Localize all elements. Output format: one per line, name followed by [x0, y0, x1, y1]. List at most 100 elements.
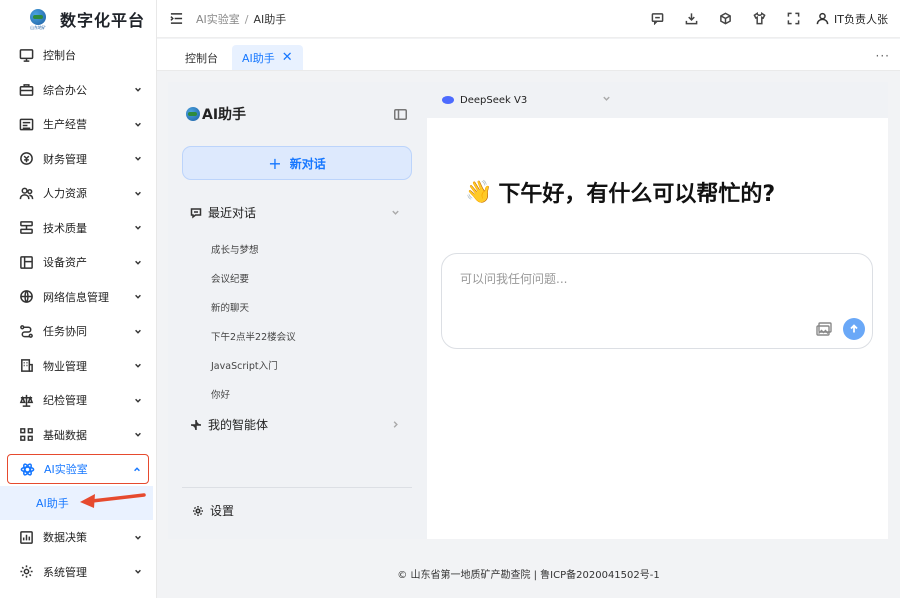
people-icon — [18, 185, 34, 201]
logo-icon: 山东地矿 — [28, 6, 48, 32]
sidebar-toggle-icon[interactable] — [394, 109, 407, 120]
database-icon — [18, 427, 34, 443]
chevron-down-icon — [134, 431, 142, 439]
plus-icon: + — [268, 153, 282, 173]
sidebar: 山东地矿 数字化平台 控制台 综合办公 生产经营 财务管理 人力资源 技术质量 … — [0, 0, 157, 598]
chevron-down-icon — [134, 327, 142, 335]
app-title: 数字化平台 — [60, 11, 146, 30]
chat-history-list: 成长与梦想 会议纪要 新的聊天 下午2点半22楼会议 JavaScript入门 … — [211, 234, 296, 408]
top-bar: AI实验室 / AI助手 IT负责人张 — [157, 0, 900, 38]
user-menu[interactable]: IT负责人张 — [816, 11, 888, 27]
sidebar-item-ai-lab[interactable]: AI实验室 — [7, 454, 149, 484]
chevron-down-icon — [134, 568, 142, 576]
breadcrumb: AI实验室 / AI助手 — [196, 12, 287, 26]
chat-input-box — [441, 253, 873, 349]
deepseek-whale-icon — [442, 96, 454, 104]
gear-icon — [193, 505, 203, 516]
shirt-icon[interactable] — [742, 9, 776, 29]
flow-icon — [18, 323, 34, 339]
assistant-sidebar: AI助手 + 新对话 最近对话 成长与梦想 会议纪要 新的聊天 下午2点半22楼… — [168, 82, 427, 539]
factory-icon — [18, 116, 34, 132]
app-logo[interactable]: 山东地矿 数字化平台 — [0, 0, 156, 38]
sidebar-item-console[interactable]: 控制台 — [0, 38, 156, 73]
sidebar-item-assets[interactable]: 设备资产 — [0, 245, 156, 280]
chevron-down-icon — [134, 189, 142, 197]
breadcrumb-current: AI助手 — [253, 12, 287, 26]
device-icon — [18, 254, 34, 270]
tab-console[interactable]: 控制台 — [175, 45, 228, 70]
finance-icon — [18, 151, 34, 167]
sidebar-item-base-data[interactable]: 基础数据 — [0, 418, 156, 453]
download-icon[interactable] — [674, 9, 708, 29]
sidebar-item-system[interactable]: 系统管理 — [0, 555, 156, 590]
greeting-heading: 👋 下午好，有什么可以帮忙的? — [465, 179, 776, 208]
monitor-icon — [18, 47, 34, 63]
globe-icon — [18, 289, 34, 305]
chevron-down-icon — [134, 86, 142, 94]
chevron-down-icon — [134, 533, 142, 541]
gear-icon — [18, 564, 34, 580]
user-icon — [816, 12, 829, 25]
chevron-down-icon — [134, 224, 142, 232]
menu-fold-icon[interactable] — [170, 12, 184, 26]
scale-icon — [18, 392, 34, 408]
briefcase-icon — [18, 82, 34, 98]
chevron-down-icon — [134, 362, 142, 370]
chevron-down-icon — [134, 120, 142, 128]
chevron-down-icon — [134, 396, 142, 404]
settings-button[interactable]: 设置 — [192, 502, 234, 519]
chevron-down-icon — [391, 206, 400, 220]
divider — [182, 487, 412, 488]
close-icon[interactable]: ✕ — [282, 50, 293, 65]
model-selector[interactable]: DeepSeek V3 — [442, 94, 611, 106]
chart-icon — [18, 529, 34, 545]
chat-input[interactable] — [460, 270, 840, 310]
sidebar-item-office[interactable]: 综合办公 — [0, 73, 156, 108]
tab-ai-assistant[interactable]: AI助手 ✕ — [232, 45, 303, 70]
more-icon[interactable]: ··· — [876, 49, 890, 63]
my-agents-header[interactable]: 我的智能体 — [190, 416, 400, 433]
chevron-right-icon — [391, 418, 400, 432]
breadcrumb-item[interactable]: AI实验室 — [196, 13, 240, 26]
list-item[interactable]: 成长与梦想 — [211, 234, 296, 263]
building-icon — [18, 358, 34, 374]
red-arrow-annotation — [80, 493, 146, 508]
sparkle-icon — [190, 419, 202, 430]
stack-icon — [18, 220, 34, 236]
sidebar-item-tech-quality[interactable]: 技术质量 — [0, 211, 156, 246]
waving-hand-icon: 👋 — [465, 179, 493, 205]
user-name: IT负责人张 — [834, 12, 888, 26]
list-item[interactable]: 会议纪要 — [211, 263, 296, 292]
arrow-up-icon — [850, 324, 858, 333]
chevron-down-icon — [134, 293, 142, 301]
sidebar-item-data-decision[interactable]: 数据决策 — [0, 520, 156, 555]
fullscreen-icon[interactable] — [776, 9, 810, 29]
send-button[interactable] — [843, 318, 865, 340]
chevron-down-icon — [134, 155, 142, 163]
new-chat-button[interactable]: + 新对话 — [182, 146, 412, 180]
footer: © 山东省第一地质矿产勘查院 | 鲁ICP备2020041502号-1 — [397, 570, 660, 581]
sidebar-item-network[interactable]: 网络信息管理 — [0, 280, 156, 315]
sidebar-item-production[interactable]: 生产经营 — [0, 107, 156, 142]
sidebar-item-discipline[interactable]: 纪检管理 — [0, 383, 156, 418]
atom-icon — [19, 461, 35, 477]
assistant-title: AI助手 — [186, 104, 246, 124]
chevron-up-icon — [133, 465, 141, 473]
recent-chats-header[interactable]: 最近对话 — [190, 204, 400, 221]
sidebar-item-hr[interactable]: 人力资源 — [0, 176, 156, 211]
sidebar-item-tasks[interactable]: 任务协同 — [0, 314, 156, 349]
toolbar: IT负责人张 — [640, 9, 900, 29]
cube-icon[interactable] — [708, 9, 742, 29]
image-upload-icon[interactable] — [816, 322, 832, 336]
list-item[interactable]: 新的聊天 — [211, 292, 296, 321]
chevron-down-icon — [134, 258, 142, 266]
globe-logo-icon — [186, 107, 200, 121]
tabs-bar: 控制台 AI助手 ✕ ··· — [157, 39, 900, 71]
list-item[interactable]: JavaScript入门 — [211, 350, 296, 379]
list-item[interactable]: 你好 — [211, 379, 296, 408]
list-item[interactable]: 下午2点半22楼会议 — [211, 321, 296, 350]
sidebar-item-finance[interactable]: 财务管理 — [0, 142, 156, 177]
chat-bubble-icon — [190, 207, 202, 219]
sidebar-item-property[interactable]: 物业管理 — [0, 349, 156, 384]
message-icon[interactable] — [640, 9, 674, 29]
